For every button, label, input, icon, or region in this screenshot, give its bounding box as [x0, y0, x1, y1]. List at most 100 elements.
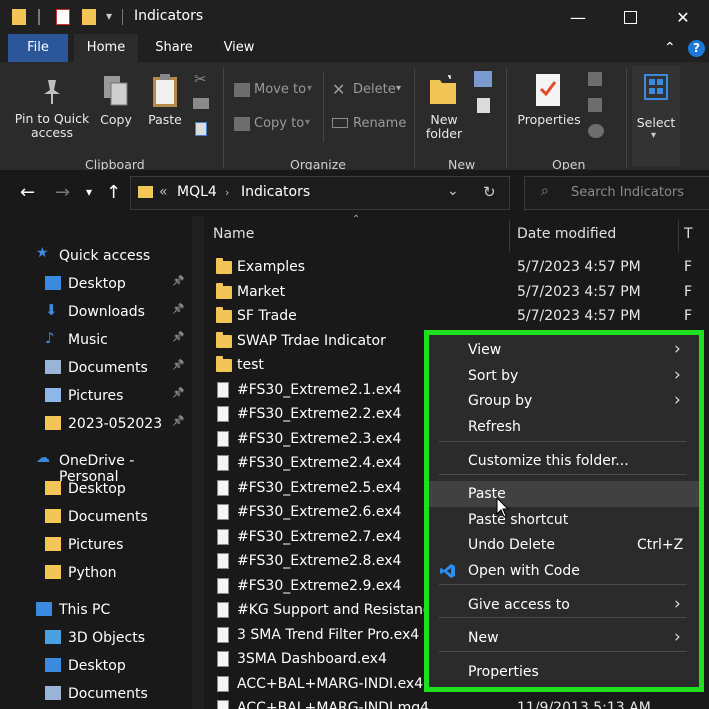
- paste-button[interactable]: Paste: [144, 113, 186, 127]
- file-icon: [217, 602, 229, 618]
- maximize-button[interactable]: [604, 0, 656, 34]
- file-row[interactable]: Examples 5/7/2023 4:57 PM F: [204, 256, 709, 280]
- nav-pane-scrollbar[interactable]: [192, 216, 204, 709]
- ribbon: Pin to Quick access Copy Paste ✂ Clipboa…: [0, 62, 709, 172]
- title-bar: ▾ Indicators — ✕: [0, 0, 709, 34]
- file-icon: [217, 528, 229, 545]
- address-dropdown-icon[interactable]: ⌄: [447, 183, 459, 199]
- ribbon-separator: [223, 68, 224, 168]
- column-separator[interactable]: [678, 220, 679, 252]
- sidebar-item[interactable]: ★ Quick access: [0, 242, 192, 270]
- sidebar-item[interactable]: Pictures 📌: [0, 382, 192, 410]
- new-folder-button[interactable]: New folder: [420, 113, 468, 141]
- file-icon: [217, 381, 229, 398]
- column-separator[interactable]: [509, 220, 510, 252]
- close-button[interactable]: ✕: [657, 0, 709, 34]
- history-icon[interactable]: [588, 124, 604, 138]
- rename-button[interactable]: Rename: [353, 116, 406, 131]
- address-bar[interactable]: « MQL4 › Indicators ⌄ ↻: [130, 176, 510, 210]
- column-header-name[interactable]: Name: [213, 226, 254, 242]
- sidebar-item[interactable]: ☁ OneDrive - Personal: [0, 447, 192, 485]
- easy-access-icon[interactable]: [477, 98, 490, 113]
- properties-button[interactable]: Properties: [516, 113, 582, 127]
- new-item-icon[interactable]: [474, 71, 492, 87]
- copy-button[interactable]: Copy: [96, 113, 136, 127]
- pin-to-quick-access-button[interactable]: Pin to Quick access: [10, 112, 94, 140]
- up-button[interactable]: ↑: [106, 182, 121, 203]
- sidebar-item-label: Python: [68, 565, 117, 581]
- file-row[interactable]: ACC+BAL+MARG-INDI.mq4 11/9/2013 5:13 AM: [204, 697, 709, 709]
- file-row[interactable]: SF Trade 5/7/2023 4:57 PM F: [204, 305, 709, 329]
- breadcrumb-overflow[interactable]: «: [159, 184, 168, 200]
- file-name: ACC+BAL+MARG-INDI.ex4: [237, 675, 424, 692]
- highlight-box: [424, 330, 704, 692]
- dropdown-arrow-icon: ▾: [307, 83, 313, 94]
- select-button-area[interactable]: Select ▾: [632, 66, 680, 166]
- file-date: 11/9/2013 5:13 AM: [517, 700, 651, 709]
- minimize-button[interactable]: —: [552, 0, 604, 34]
- open-icon[interactable]: [588, 72, 602, 86]
- desktop-icon: [45, 276, 61, 290]
- sidebar-item[interactable]: Pictures: [0, 531, 192, 559]
- forward-button[interactable]: →: [55, 182, 70, 203]
- breadcrumb-mql4[interactable]: MQL4: [177, 184, 217, 200]
- refresh-icon[interactable]: ↻: [483, 183, 496, 201]
- file-name: #FS30_Extreme2.6.ex4: [237, 504, 402, 520]
- properties-quick-icon[interactable]: [56, 9, 70, 25]
- sidebar-item[interactable]: Desktop: [0, 652, 192, 680]
- copy-to-button[interactable]: Copy to: [254, 116, 304, 131]
- copy-path-icon[interactable]: [193, 98, 209, 109]
- sidebar-item-label: Pictures: [68, 537, 124, 553]
- column-header-date[interactable]: Date modified: [517, 226, 616, 242]
- new-folder-quick-icon[interactable]: [82, 9, 96, 25]
- folder-icon: [216, 307, 232, 323]
- cloud-icon: ☁: [36, 450, 50, 466]
- sidebar-item-label: Pictures: [68, 388, 124, 404]
- tab-file[interactable]: File: [8, 34, 68, 62]
- sidebar-item[interactable]: Documents: [0, 503, 192, 531]
- sidebar-item[interactable]: ♪ Music 📌: [0, 326, 192, 354]
- sidebar-item[interactable]: ⬇ Downloads 📌: [0, 298, 192, 326]
- sidebar-item[interactable]: Desktop 📌: [0, 270, 192, 298]
- music-icon: ♪: [45, 329, 55, 347]
- breadcrumb-indicators[interactable]: Indicators: [241, 184, 310, 200]
- search-input[interactable]: Search Indicators: [571, 185, 684, 200]
- folder-icon: [12, 9, 26, 25]
- collapse-ribbon-icon[interactable]: ⌃: [664, 40, 676, 56]
- customize-qat-icon[interactable]: ▾: [106, 9, 112, 23]
- search-box[interactable]: ⌕ Search Indicators: [524, 176, 709, 210]
- column-header-type[interactable]: T: [684, 226, 693, 242]
- mouse-cursor-icon: [496, 497, 510, 518]
- sidebar-item[interactable]: This PC: [0, 596, 192, 624]
- pin-icon: 📌: [172, 332, 185, 343]
- file-icon: [217, 700, 229, 709]
- file-name: #FS30_Extreme2.2.ex4: [237, 406, 402, 422]
- delete-button[interactable]: Delete: [353, 82, 396, 97]
- title-separator: [122, 9, 123, 25]
- sidebar-item-label: Documents: [68, 686, 148, 702]
- help-icon[interactable]: ?: [688, 40, 705, 57]
- file-icon: [217, 479, 229, 496]
- edit-icon[interactable]: [588, 98, 602, 112]
- select-label: Select: [636, 115, 676, 130]
- tab-home[interactable]: Home: [74, 34, 138, 62]
- back-button[interactable]: ←: [20, 182, 35, 203]
- sidebar-item[interactable]: 3D Objects: [0, 624, 192, 652]
- sidebar-item-label: Downloads: [68, 304, 145, 320]
- tab-share[interactable]: Share: [146, 34, 202, 62]
- sidebar-item[interactable]: Python: [0, 559, 192, 587]
- move-to-button[interactable]: Move to: [254, 82, 306, 97]
- sidebar-item[interactable]: Desktop: [0, 475, 192, 503]
- recent-locations-button[interactable]: ▾: [86, 185, 92, 199]
- sidebar-item[interactable]: Documents: [0, 680, 192, 708]
- sidebar-item[interactable]: 2023-052023 📌: [0, 410, 192, 438]
- cut-icon[interactable]: ✂: [194, 70, 207, 88]
- sidebar-item[interactable]: Documents 📌: [0, 354, 192, 382]
- folder-icon: [45, 565, 61, 579]
- file-icon: [217, 626, 229, 643]
- file-row[interactable]: Market 5/7/2023 4:57 PM F: [204, 281, 709, 305]
- tab-view[interactable]: View: [212, 34, 266, 62]
- star-icon: ★: [36, 245, 49, 261]
- documents-icon: [45, 360, 61, 374]
- paste-shortcut-icon[interactable]: [195, 122, 207, 136]
